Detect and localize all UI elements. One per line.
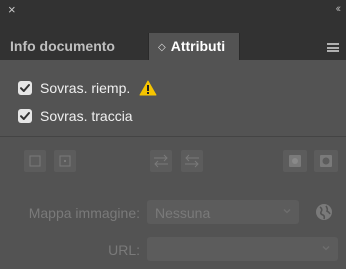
warning-icon bbox=[139, 80, 157, 96]
nonzero-winding-button[interactable] bbox=[283, 150, 307, 172]
panel-menu-icon[interactable] bbox=[327, 43, 339, 52]
image-map-value: Nessuna bbox=[155, 205, 211, 221]
chevron-down-icon bbox=[283, 209, 291, 214]
overprint-stroke-checkbox[interactable] bbox=[18, 109, 32, 123]
overprint-stroke-row: Sovras. traccia bbox=[18, 107, 133, 125]
chevron-down-icon bbox=[322, 246, 330, 251]
url-combobox[interactable] bbox=[147, 237, 338, 261]
overprint-fill-row: Sovras. riemp. bbox=[18, 79, 157, 97]
browser-globe-icon[interactable] bbox=[315, 203, 333, 221]
even-odd-button[interactable] bbox=[314, 150, 338, 172]
checkbox-check-icon bbox=[20, 112, 30, 120]
tab-info-documento[interactable]: Info documento bbox=[10, 33, 115, 60]
collapse-icon[interactable]: ‹‹ bbox=[336, 3, 342, 15]
tab-attributi-label: Attributi bbox=[170, 38, 226, 54]
image-map-label: Mappa immagine: bbox=[28, 205, 140, 221]
panel-title-bar: × ‹‹ bbox=[0, 0, 346, 33]
show-center-on-icon bbox=[59, 155, 71, 167]
reverse-path-on-button[interactable] bbox=[181, 150, 203, 172]
url-label: URL: bbox=[108, 242, 140, 258]
show-center-button[interactable] bbox=[54, 150, 76, 172]
nonzero-winding-fill-rule-icon bbox=[289, 155, 301, 167]
tab-order-icon: ◇ bbox=[158, 42, 166, 53]
image-map-select[interactable]: Nessuna bbox=[147, 200, 299, 224]
overprint-stroke-label: Sovras. traccia bbox=[40, 108, 133, 124]
overprint-fill-checkbox[interactable] bbox=[18, 81, 32, 95]
overprint-fill-label: Sovras. riemp. bbox=[40, 80, 131, 96]
close-icon[interactable]: × bbox=[8, 3, 16, 17]
reverse-path-direction-on-icon bbox=[185, 154, 199, 168]
show-center-off-icon bbox=[29, 155, 41, 167]
tab-bar: Info documento ◇ Attributi bbox=[0, 33, 346, 60]
reverse-path-direction-off-icon bbox=[154, 154, 168, 168]
even-odd-fill-rule-icon bbox=[320, 155, 332, 167]
reverse-path-off-button[interactable] bbox=[150, 150, 172, 172]
dont-show-center-button[interactable] bbox=[24, 150, 46, 172]
divider bbox=[0, 136, 346, 137]
tab-attributi[interactable]: ◇ Attributi bbox=[148, 33, 240, 60]
checkbox-check-icon bbox=[20, 84, 30, 92]
